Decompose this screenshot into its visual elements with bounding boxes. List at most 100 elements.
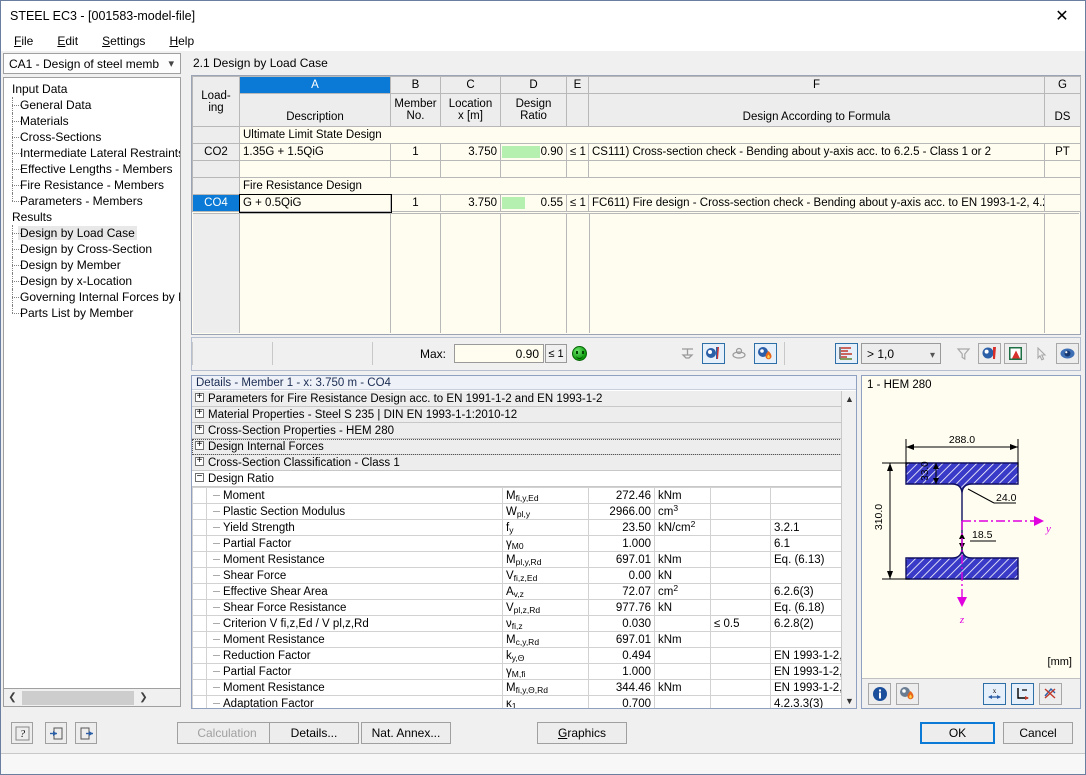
expand-icon[interactable]: +	[195, 441, 204, 451]
ratio-bar	[502, 197, 526, 209]
sidebar-item-intermediate-lateral-restraints[interactable]: Intermediate Lateral Restraints	[4, 145, 180, 161]
detail-unit: kN	[654, 567, 711, 584]
filter-funnel-icon[interactable]	[952, 343, 975, 364]
column-header-f[interactable]: F	[588, 76, 1045, 94]
table-row[interactable]: CO4 G + 0.5QiG 1 3.750 0.55 ≤ 1 FC611) F…	[192, 193, 1081, 213]
column-header-g[interactable]: G	[1044, 76, 1081, 94]
detail-row[interactable]: Plastic Section Modulus Wpl,y 2966.00 cm3	[192, 503, 842, 520]
axes-icon[interactable]	[1011, 682, 1034, 705]
expand-icon[interactable]: +	[195, 393, 204, 403]
scroll-right-icon[interactable]: ❯	[135, 690, 152, 706]
expand-icon[interactable]: +	[195, 457, 204, 467]
sidebar-item-design-by-load-case[interactable]: Design by Load Case	[4, 225, 180, 241]
sidebar-item-cross-sections[interactable]: Cross-Sections	[4, 129, 180, 145]
row-loading[interactable]: CO4	[192, 194, 240, 212]
case-selector-combo[interactable]: CA1 - Design of steel members ▾	[3, 53, 181, 74]
column-header-d[interactable]: D	[500, 76, 567, 94]
detail-row[interactable]: Reduction Factor ky,Θ 0.494 EN 1993-1-2,	[192, 647, 842, 664]
row-limit	[566, 160, 589, 178]
fire-design-icon[interactable]	[754, 343, 777, 364]
detail-row[interactable]: Moment Resistance Mfi,y,Θ,Rd 344.46 kNm EN 1…	[192, 679, 842, 696]
detail-row[interactable]: Moment Resistance Mpl,y,Rd 697.01 kNm Eq. (6…	[192, 551, 842, 568]
details-group[interactable]: − Design Ratio	[192, 471, 842, 487]
sidebar-item-design-by-member[interactable]: Design by Member	[4, 257, 180, 273]
table-row[interactable]: Ultimate Limit State Design	[192, 126, 1081, 144]
table-row[interactable]: Fire Resistance Design	[192, 177, 1081, 195]
sidebar-item-parameters-members[interactable]: Parameters - Members	[4, 193, 180, 209]
navigator-hscrollbar[interactable]: ❮ ❯	[3, 689, 181, 707]
detail-row[interactable]: Partial Factor γM0 1.000 6.1	[192, 535, 842, 552]
details-vscrollbar[interactable]: ▲ ▼	[841, 391, 856, 708]
column-header-c[interactable]: C	[440, 76, 501, 94]
details-group[interactable]: + Parameters for Fire Resistance Design a…	[192, 391, 842, 407]
menu-help[interactable]: Help	[166, 33, 197, 49]
fire-icon[interactable]	[896, 682, 919, 705]
detail-unit: cm2	[654, 583, 711, 600]
scroll-down-icon[interactable]: ▼	[842, 693, 857, 708]
collapse-icon[interactable]: −	[195, 473, 204, 483]
sidebar-item-materials[interactable]: Materials	[4, 113, 180, 129]
table-row[interactable]	[192, 160, 1081, 178]
row-description[interactable]: G + 0.5QiG	[238, 193, 392, 213]
column-header-a[interactable]: A	[239, 76, 391, 94]
scroll-left-icon[interactable]: ❮	[4, 690, 21, 706]
scroll-thumb[interactable]	[22, 690, 134, 705]
render-view-icon[interactable]	[978, 343, 1001, 364]
info-icon[interactable]	[868, 682, 891, 705]
help-icon[interactable]: ?	[11, 722, 33, 744]
sidebar-item-fire-resistance-members[interactable]: Fire Resistance - Members	[4, 177, 180, 193]
filter-select[interactable]: > 1,0 ▾	[861, 343, 941, 364]
column-header-e[interactable]: E	[566, 76, 589, 94]
result-bars-icon[interactable]	[835, 343, 858, 364]
tree-group-results[interactable]: Results	[4, 209, 180, 225]
sidebar-item-design-by-cross-section[interactable]: Design by Cross-Section	[4, 241, 180, 257]
expand-icon[interactable]: +	[195, 409, 204, 419]
menu-settings[interactable]: Settings	[99, 33, 148, 49]
export-excel-icon[interactable]	[1004, 343, 1027, 364]
close-icon[interactable]: ✕	[1039, 1, 1085, 31]
detail-row[interactable]: Moment Mfi,y,Ed 272.46 kNm	[192, 487, 842, 504]
detail-row[interactable]: Adaptation Factor κ1 0.700 4.2.3.3(3)	[192, 695, 842, 708]
sidebar-item-effective-lengths-members[interactable]: Effective Lengths - Members	[4, 161, 180, 177]
sidebar-item-governing-internal-forces[interactable]: Governing Internal Forces by M	[4, 289, 180, 305]
menu-edit[interactable]: Edit	[54, 33, 81, 49]
column-header-b[interactable]: B	[390, 76, 441, 94]
surface-result-icon[interactable]	[728, 343, 751, 364]
sidebar-item-general-data[interactable]: General Data	[4, 97, 180, 113]
visibility-eye-icon[interactable]	[1056, 343, 1079, 364]
details-group[interactable]: + Cross-Section Classification - Class 1	[192, 455, 842, 471]
table-empty-area[interactable]	[193, 213, 1079, 333]
detail-row[interactable]: Moment Resistance Mc,y,Rd 697.01 kNm	[192, 631, 842, 648]
table-row[interactable]: CO2 1.35G + 1.5QiG 1 3.750 0.90 ≤ 1 CS11…	[192, 143, 1081, 161]
details-group[interactable]: + Design Internal Forces	[192, 439, 842, 455]
tree-group-input-data[interactable]: Input Data	[4, 81, 180, 97]
detail-row[interactable]: Effective Shear Area Av,z 72.07 cm2 6.2.6(3)	[192, 583, 842, 600]
graphics-button[interactable]: Graphics	[537, 722, 627, 744]
details-group[interactable]: + Cross-Section Properties - HEM 280	[192, 423, 842, 439]
dimension-x-icon[interactable]: x	[983, 682, 1006, 705]
detail-row[interactable]: Partial Factor γM,fi 1.000 EN 1993-1-2,	[192, 663, 842, 680]
detail-row[interactable]: Shear Force Vfi,z,Ed 0.00 kN	[192, 567, 842, 584]
detail-row[interactable]: Criterion V fi,z,Ed / V pl,z,Rd νfi,z 0.03…	[192, 615, 842, 632]
result-diagram-icon[interactable]	[702, 343, 725, 364]
pointer-select-icon[interactable]	[1030, 343, 1053, 364]
expand-icon[interactable]: +	[195, 425, 204, 435]
cancel-button[interactable]: Cancel	[1003, 722, 1073, 744]
export-icon[interactable]	[75, 722, 97, 744]
details-button[interactable]: Details...	[269, 722, 359, 744]
sidebar-item-design-by-x-location[interactable]: Design by x-Location	[4, 273, 180, 289]
calculation-button[interactable]: Calculation	[177, 722, 277, 744]
nat-annex-button[interactable]: Nat. Annex...	[361, 722, 451, 744]
detail-row[interactable]: Yield Strength fy 23.50 kN/cm2 3.2.1	[192, 519, 842, 536]
ok-button[interactable]: OK	[920, 722, 995, 744]
hide-dimensions-icon[interactable]	[1039, 682, 1062, 705]
import-icon[interactable]	[45, 722, 67, 744]
menu-file[interactable]: File	[11, 33, 36, 49]
sidebar-item-parts-list-by-member[interactable]: Parts List by Member	[4, 305, 180, 321]
scroll-up-icon[interactable]: ▲	[842, 391, 857, 406]
row-loading[interactable]: CO2	[192, 143, 240, 161]
member-result-icon[interactable]	[676, 343, 699, 364]
detail-row[interactable]: Shear Force Resistance Vpl,z,Rd 977.76 kN Eq…	[192, 599, 842, 616]
details-group[interactable]: + Material Properties - Steel S 235 | DIN…	[192, 407, 842, 423]
row-description[interactable]: 1.35G + 1.5QiG	[239, 143, 391, 161]
